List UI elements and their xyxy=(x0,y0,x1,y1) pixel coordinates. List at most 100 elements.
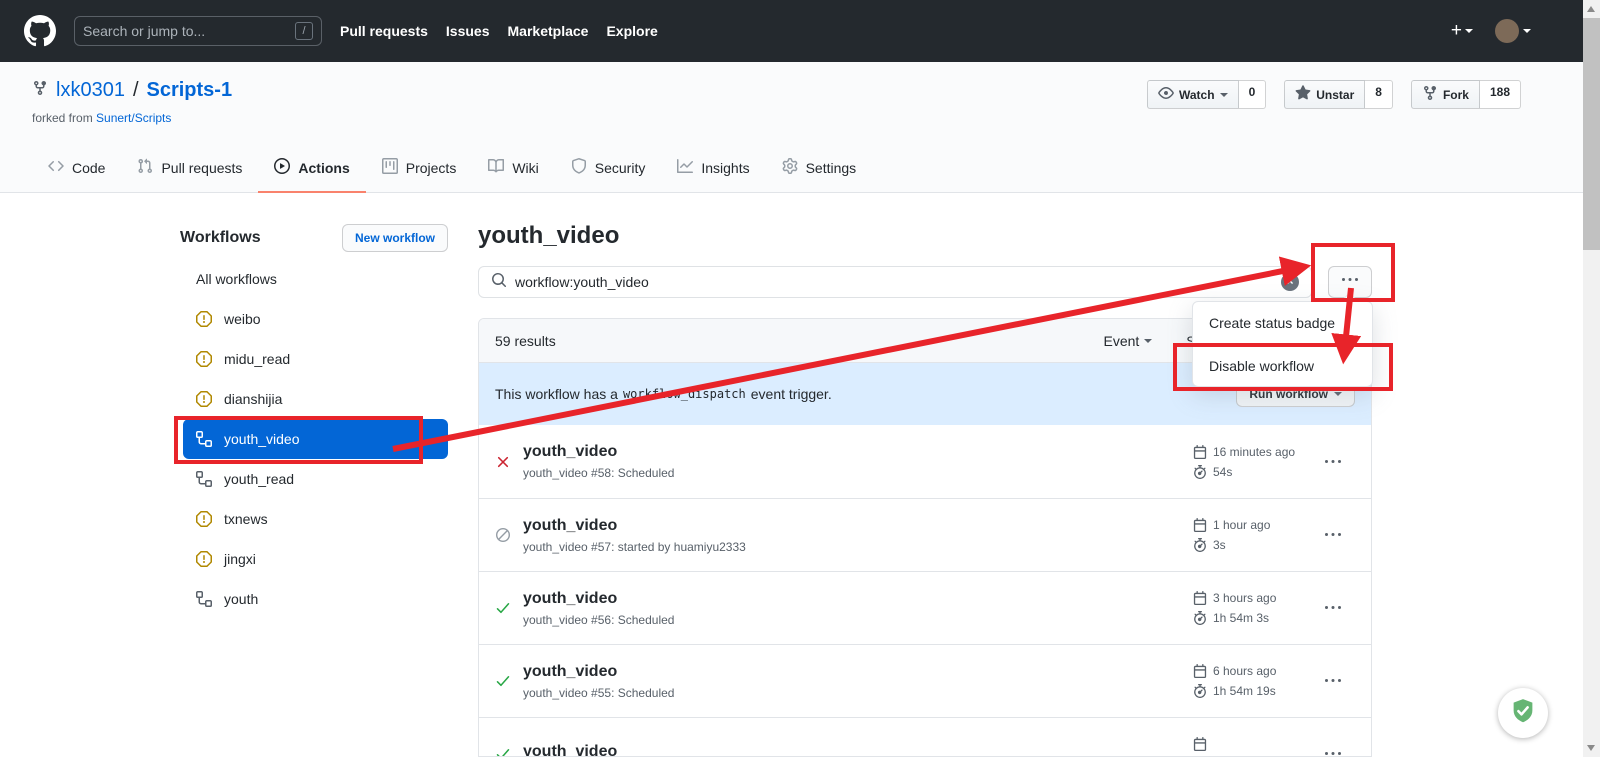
run-time: 1 hour ago xyxy=(1193,518,1303,532)
tab-settings[interactable]: Settings xyxy=(766,146,873,193)
run-title-link[interactable]: youth_video xyxy=(523,663,674,681)
repo-action-buttons: Watch 0 Unstar 8 Fork 188 xyxy=(1147,80,1521,109)
tab-security[interactable]: Security xyxy=(555,146,662,193)
workflow-run-row[interactable]: youth_videoyouth_video #57: started by h… xyxy=(479,498,1371,571)
watch-button-group: Watch 0 xyxy=(1147,80,1266,109)
fork-count[interactable]: 188 xyxy=(1480,80,1521,109)
tab-wiki[interactable]: Wiki xyxy=(472,146,554,193)
tab-insights[interactable]: Insights xyxy=(661,146,765,193)
github-logo-icon[interactable] xyxy=(24,15,56,47)
watch-button[interactable]: Watch xyxy=(1147,80,1239,109)
run-description: youth_video #56: Scheduled xyxy=(523,613,674,627)
sidebar-item-jingxi[interactable]: jingxi xyxy=(183,539,448,579)
scroll-up-arrow-icon[interactable] xyxy=(1587,6,1595,12)
repo-tabs: Code Pull requests Actions ProjectsWikiSecu… xyxy=(32,146,872,193)
workflow-runs-list: youth_videoyouth_video #58: Scheduled 16 … xyxy=(479,425,1371,757)
book-icon xyxy=(488,158,504,177)
fork-button[interactable]: Fork xyxy=(1411,80,1480,109)
kebab-icon[interactable] xyxy=(1311,600,1355,616)
chevron-down-icon xyxy=(1523,29,1531,33)
top-navigation-bar: Search or jump to... / Pull requests Issu… xyxy=(0,0,1583,62)
run-time-text: 6 hours ago xyxy=(1213,664,1276,678)
workflow-search-input[interactable]: workflow:youth_video × xyxy=(478,266,1312,298)
tab-label: Actions xyxy=(298,160,349,176)
calendar-icon xyxy=(1193,737,1207,751)
success-status-icon xyxy=(495,600,511,616)
run-title-link[interactable]: youth_video xyxy=(523,590,674,608)
kebab-icon[interactable] xyxy=(1311,746,1355,757)
scrollbar-thumb[interactable] xyxy=(1583,18,1600,250)
workflow-run-row[interactable]: youth_videoyouth_video #56: Scheduled3 h… xyxy=(479,571,1371,644)
run-title-link[interactable]: youth_video xyxy=(523,743,617,757)
run-title-link[interactable]: youth_video xyxy=(523,443,674,461)
eye-icon xyxy=(1158,85,1174,104)
tab-actions[interactable]: Actions xyxy=(258,146,365,193)
run-title-link[interactable]: youth_video xyxy=(523,517,746,535)
watch-count[interactable]: 0 xyxy=(1239,80,1267,109)
workflow-run-row[interactable]: youth_videoyouth_video #55: Scheduled6 h… xyxy=(479,644,1371,717)
repo-owner-link[interactable]: lxk0301 xyxy=(56,79,125,102)
kebab-icon[interactable] xyxy=(1311,454,1355,470)
workflow-run-row[interactable]: youth_videoyouth_video #58: Scheduled 16 … xyxy=(479,425,1371,498)
search-placeholder: Search or jump to... xyxy=(83,23,205,39)
tab-code[interactable]: Code xyxy=(32,146,121,193)
scroll-down-arrow-icon[interactable] xyxy=(1587,745,1595,751)
stopwatch-icon xyxy=(1193,465,1207,479)
nav-link-explore[interactable]: Explore xyxy=(606,23,657,39)
run-time-text: 16 minutes ago xyxy=(1213,445,1295,459)
run-info: youth_videoyouth_video #58: Scheduled xyxy=(523,443,674,480)
sidebar-item-dianshijia[interactable]: dianshijia xyxy=(183,379,448,419)
tab-pull-requests[interactable]: Pull requests xyxy=(121,146,258,193)
sidebar-item-youth-video[interactable]: youth_video xyxy=(183,419,448,459)
kebab-icon[interactable] xyxy=(1311,527,1355,543)
avatar xyxy=(1495,19,1519,43)
run-time xyxy=(1193,737,1303,751)
sidebar-item-youth[interactable]: youth xyxy=(183,579,448,619)
nav-link-issues[interactable]: Issues xyxy=(446,23,490,39)
new-workflow-button[interactable]: New workflow xyxy=(342,224,448,252)
repo-forked-icon xyxy=(1422,85,1438,104)
tab-projects[interactable]: Projects xyxy=(366,146,473,193)
sidebar-item-txnews[interactable]: txnews xyxy=(183,499,448,539)
chevron-down-icon xyxy=(1144,339,1152,343)
search-icon xyxy=(491,272,507,293)
adguard-badge[interactable] xyxy=(1498,688,1548,738)
success-status-icon xyxy=(495,673,511,689)
results-count: 59 results xyxy=(495,333,556,349)
sidebar-item-midu-read[interactable]: midu_read xyxy=(183,339,448,379)
sidebar-item-youth-read[interactable]: youth_read xyxy=(183,459,448,499)
warning-icon xyxy=(196,511,212,527)
scrollbar[interactable] xyxy=(1583,0,1600,757)
repo-name-link[interactable]: Scripts-1 xyxy=(147,79,233,102)
workflow-name: youth_video xyxy=(224,431,300,447)
nav-link-marketplace[interactable]: Marketplace xyxy=(508,23,589,39)
workflow-name: weibo xyxy=(224,311,261,327)
run-info: youth_video youth_video #56: Scheduled xyxy=(523,590,674,627)
filter-event[interactable]: Event xyxy=(1103,333,1152,349)
menu-item-create-status-badge[interactable]: Create status badge xyxy=(1193,302,1372,344)
workflow-options-menu: Create status badgeDisable workflow xyxy=(1192,301,1373,387)
star-button-group: Unstar 8 xyxy=(1284,80,1393,109)
tab-label: Settings xyxy=(806,160,857,176)
star-count[interactable]: 8 xyxy=(1365,80,1393,109)
sidebar-item-weibo[interactable]: weibo xyxy=(183,299,448,339)
stopwatch-icon xyxy=(1193,611,1207,625)
user-menu[interactable] xyxy=(1495,19,1531,43)
sidebar-item-all-workflows[interactable]: All workflows xyxy=(183,259,448,299)
workflow-run-row[interactable]: youth_video xyxy=(479,717,1371,757)
fork-label: Fork xyxy=(1443,88,1469,102)
workflow-name: midu_read xyxy=(224,351,290,367)
nav-link-pull-requests[interactable]: Pull requests xyxy=(340,23,428,39)
kebab-icon[interactable] xyxy=(1311,673,1355,689)
global-search-input[interactable]: Search or jump to... / xyxy=(74,16,322,46)
warning-icon xyxy=(196,311,212,327)
warning-icon xyxy=(196,351,212,367)
unstar-button[interactable]: Unstar xyxy=(1284,80,1365,109)
workflow-icon xyxy=(196,591,212,607)
forked-from-link[interactable]: Sunert/Scripts xyxy=(96,111,171,125)
run-meta: 6 hours ago1h 54m 19s xyxy=(1193,664,1303,698)
tab-label: Pull requests xyxy=(161,160,242,176)
create-new-button[interactable]: + xyxy=(1451,20,1473,42)
menu-item-disable-workflow[interactable]: Disable workflow xyxy=(1193,344,1372,386)
clear-search-icon[interactable]: × xyxy=(1281,273,1299,291)
